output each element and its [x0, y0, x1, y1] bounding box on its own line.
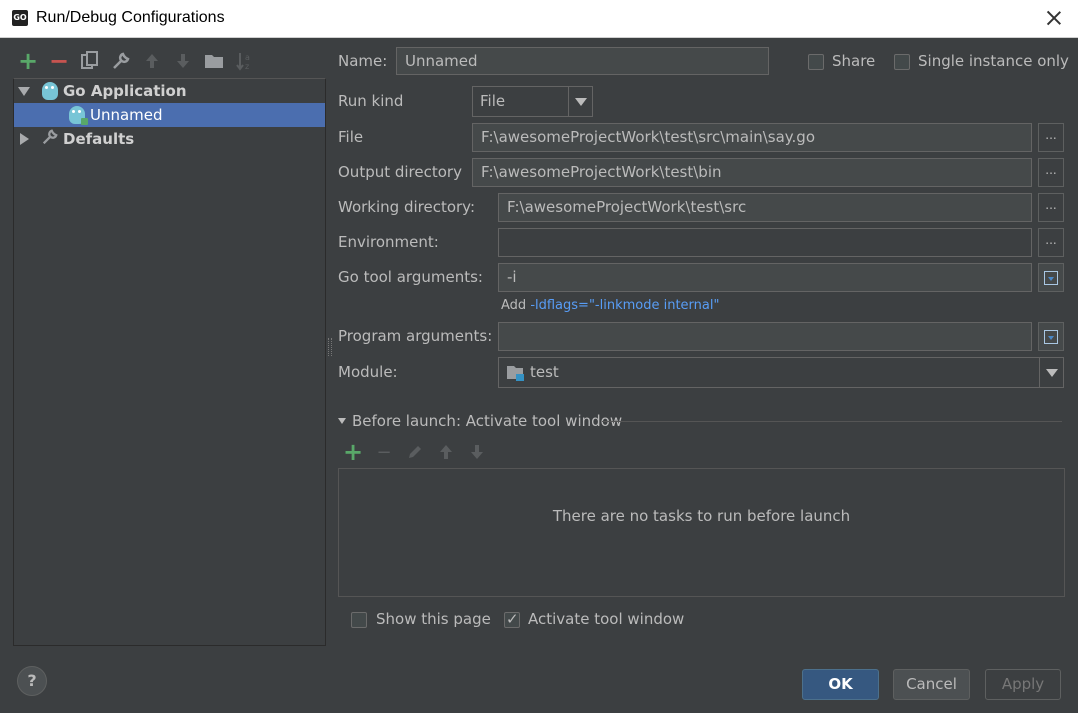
- expand-go-tool-arguments-button[interactable]: [1038, 263, 1064, 292]
- module-select[interactable]: test: [498, 357, 1064, 388]
- run-kind-select[interactable]: File: [472, 86, 593, 117]
- name-label: Name:: [338, 52, 388, 70]
- run-kind-label: Run kind: [338, 92, 404, 110]
- output-directory-browse-button[interactable]: ...: [1038, 158, 1064, 187]
- folder-icon: [205, 55, 223, 68]
- add-task-button[interactable]: +: [342, 438, 364, 466]
- tree-item-label: Unnamed: [90, 106, 163, 124]
- single-instance-checkbox[interactable]: [894, 54, 910, 70]
- module-folder-icon: [507, 365, 524, 381]
- share-checkbox[interactable]: [808, 54, 824, 70]
- apply-button[interactable]: Apply: [985, 669, 1061, 700]
- edit-defaults-button[interactable]: [110, 50, 132, 72]
- module-label: Module:: [338, 363, 398, 381]
- before-launch-tasks-list[interactable]: There are no tasks to run before launch: [338, 468, 1065, 597]
- program-arguments-input[interactable]: [498, 322, 1032, 351]
- collapsed-arrow-icon[interactable]: [20, 133, 29, 145]
- tree-item-label: Defaults: [63, 130, 135, 148]
- move-up-button[interactable]: [141, 50, 163, 72]
- name-input[interactable]: Unnamed: [396, 47, 769, 75]
- move-task-down-button[interactable]: [466, 441, 488, 463]
- go-gopher-config-icon: [69, 106, 88, 125]
- chevron-down-icon: [1045, 368, 1058, 377]
- move-down-button[interactable]: [172, 50, 194, 72]
- output-directory-input[interactable]: F:\awesomeProjectWork\test\bin: [472, 158, 1032, 187]
- show-this-page-label: Show this page: [376, 610, 491, 628]
- program-arguments-label: Program arguments:: [338, 327, 493, 345]
- environment-browse-button[interactable]: ...: [1038, 228, 1064, 257]
- activate-tool-window-label: Activate tool window: [528, 610, 685, 628]
- wrench-icon: [41, 128, 59, 150]
- title-bar: GO Run/Debug Configurations: [0, 0, 1078, 38]
- chevron-down-icon: [574, 97, 587, 106]
- working-directory-label: Working directory:: [338, 198, 476, 216]
- arrow-down-icon: [471, 445, 483, 459]
- before-launch-toggle[interactable]: Before launch: Activate tool window: [338, 412, 622, 430]
- wrench-icon: [113, 52, 130, 69]
- section-divider: [602, 421, 1062, 422]
- show-this-page-checkbox[interactable]: [351, 612, 367, 628]
- svg-text:a: a: [245, 53, 250, 62]
- collapse-arrow-icon: [338, 418, 346, 424]
- arrow-up-icon: [440, 445, 452, 459]
- module-value: test: [530, 363, 559, 381]
- tree-item-label: Go Application: [63, 82, 187, 100]
- splitter-handle[interactable]: [328, 338, 332, 356]
- before-launch-title: Before launch: Activate tool window: [352, 412, 623, 430]
- file-browse-button[interactable]: ...: [1038, 123, 1064, 152]
- copy-configuration-button[interactable]: [79, 50, 101, 72]
- configuration-tree[interactable]: Go Application Unnamed Defaults: [13, 78, 326, 646]
- help-button[interactable]: ?: [17, 666, 47, 696]
- sort-button[interactable]: az: [234, 50, 256, 72]
- activate-tool-window-checkbox[interactable]: [504, 610, 520, 628]
- expand-icon: [1044, 329, 1058, 344]
- empty-tasks-message: There are no tasks to run before launch: [552, 507, 851, 525]
- goland-app-icon: GO: [12, 10, 28, 26]
- tree-item-go-application[interactable]: Go Application: [14, 79, 325, 103]
- working-directory-browse-button[interactable]: ...: [1038, 193, 1064, 222]
- remove-task-button[interactable]: −: [373, 441, 395, 463]
- close-icon[interactable]: [1044, 8, 1064, 28]
- sort-alpha-icon: az: [236, 53, 250, 71]
- hint-prefix: Add: [501, 298, 531, 313]
- output-directory-label: Output directory: [338, 163, 462, 181]
- edit-task-button[interactable]: [404, 441, 426, 463]
- cancel-button[interactable]: Cancel: [893, 669, 970, 700]
- remove-configuration-button[interactable]: −: [48, 47, 70, 75]
- expand-icon: [1044, 270, 1058, 285]
- go-tool-arguments-input[interactable]: -i: [498, 263, 1032, 292]
- file-label: File: [338, 128, 364, 146]
- run-kind-value: File: [480, 92, 506, 110]
- working-directory-input[interactable]: F:\awesomeProjectWork\test\src: [498, 193, 1032, 222]
- file-input[interactable]: F:\awesomeProjectWork\test\src\main\say.…: [472, 123, 1032, 152]
- tree-item-unnamed[interactable]: Unnamed: [14, 103, 325, 127]
- svg-text:z: z: [245, 62, 249, 71]
- environment-input[interactable]: [498, 228, 1032, 257]
- add-configuration-button[interactable]: +: [17, 47, 39, 75]
- tree-item-defaults[interactable]: Defaults: [14, 127, 325, 151]
- arrow-up-icon: [146, 54, 158, 68]
- go-tool-arguments-label: Go tool arguments:: [338, 268, 483, 286]
- expanded-arrow-icon[interactable]: [18, 86, 30, 96]
- ldflags-link[interactable]: -ldflags="-linkmode internal": [530, 298, 719, 313]
- share-label: Share: [832, 52, 876, 70]
- single-instance-label: Single instance only: [918, 52, 1069, 70]
- window-title: Run/Debug Configurations: [36, 9, 225, 26]
- arrow-down-icon: [177, 54, 189, 68]
- pencil-icon: [409, 446, 421, 458]
- folder-button[interactable]: [203, 50, 225, 72]
- ok-button[interactable]: OK: [802, 669, 879, 700]
- environment-label: Environment:: [338, 233, 439, 251]
- move-task-up-button[interactable]: [435, 441, 457, 463]
- expand-program-arguments-button[interactable]: [1038, 322, 1064, 351]
- copy-icon: [81, 51, 98, 69]
- ldflags-hint: Add -ldflags="-linkmode internal": [501, 298, 719, 313]
- go-gopher-icon: [42, 82, 58, 100]
